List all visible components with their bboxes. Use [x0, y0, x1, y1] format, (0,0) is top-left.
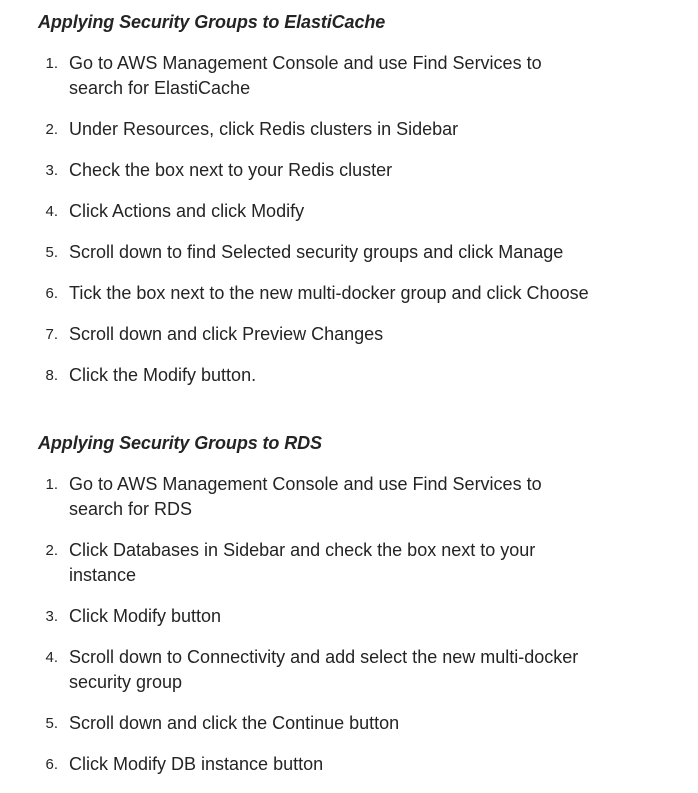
step-text: Click the Modify button. — [69, 365, 257, 385]
step-text: Scroll down to find Selected security gr… — [69, 242, 564, 262]
step-number: 6. — [45, 285, 58, 302]
step-text: Scroll down and click Preview Changes — [69, 324, 384, 344]
list-item: 2. Under Resources, click Redis clusters … — [38, 117, 589, 142]
step-number: 5. — [45, 715, 58, 732]
list-item: 8. Click the Modify button. — [38, 363, 589, 388]
step-number: 1. — [45, 476, 58, 493]
step-text: Under Resources, click Redis clusters in… — [69, 119, 459, 139]
list-item: 4. Click Actions and click Modify — [38, 199, 589, 224]
step-text: Check the box next to your Redis cluster — [69, 160, 393, 180]
step-text: Go to AWS Management Console and use Fin… — [69, 53, 542, 98]
step-number: 3. — [45, 608, 58, 625]
list-item: 3. Check the box next to your Redis clust… — [38, 158, 589, 183]
step-text: Tick the box next to the new multi-docke… — [69, 283, 589, 303]
step-number: 2. — [45, 121, 58, 138]
section-heading-rds: Applying Security Groups to RDS — [38, 433, 322, 453]
steps-list-rds: 1. Go to AWS Management Console and use F… — [38, 472, 599, 777]
step-number: 7. — [45, 326, 58, 343]
section-heading-elasticache: Applying Security Groups to ElastiCache — [38, 12, 386, 32]
list-item: 5. Scroll down and click the Continue but… — [38, 711, 599, 736]
list-item: 5. Scroll down to find Selected security … — [38, 240, 589, 265]
step-text: Click Databases in Sidebar and check the… — [69, 540, 536, 585]
step-number: 3. — [45, 162, 58, 179]
step-text: Click Modify DB instance button — [69, 754, 324, 774]
list-item: 3. Click Modify button — [38, 604, 599, 629]
list-item: 6. Click Modify DB instance button — [38, 752, 599, 777]
step-number: 5. — [45, 244, 58, 261]
steps-list-elasticache: 1. Go to AWS Management Console and use F… — [38, 51, 589, 388]
step-text: Click Actions and click Modify — [69, 201, 305, 221]
step-number: 4. — [45, 649, 58, 666]
step-text: Scroll down and click the Continue butto… — [69, 713, 400, 733]
step-text: Go to AWS Management Console and use Fin… — [69, 474, 542, 519]
step-number: 1. — [45, 55, 58, 72]
step-text: Scroll down to Connectivity and add sele… — [69, 647, 579, 692]
list-item: 1. Go to AWS Management Console and use F… — [38, 472, 599, 522]
list-item: 7. Scroll down and click Preview Changes — [38, 322, 589, 347]
step-number: 4. — [45, 203, 58, 220]
step-number: 2. — [45, 542, 58, 559]
step-number: 6. — [45, 756, 58, 773]
step-number: 8. — [45, 367, 58, 384]
list-item: 2. Click Databases in Sidebar and check t… — [38, 538, 599, 588]
list-item: 6. Tick the box next to the new multi-doc… — [38, 281, 589, 306]
list-item: 1. Go to AWS Management Console and use F… — [38, 51, 589, 101]
list-item: 4. Scroll down to Connectivity and add se… — [38, 645, 599, 695]
step-text: Click Modify button — [69, 606, 222, 626]
